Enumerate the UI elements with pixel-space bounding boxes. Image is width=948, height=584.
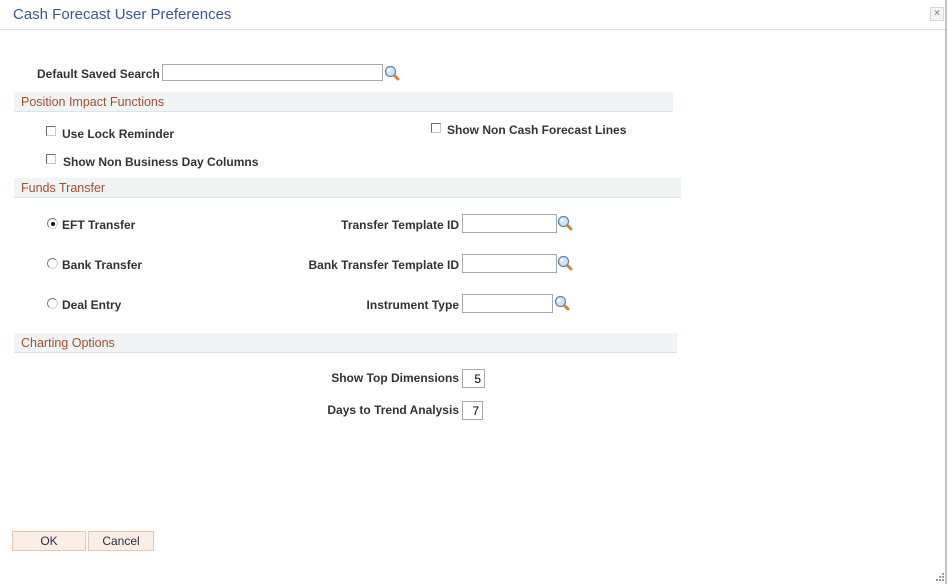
header-divider [0, 29, 945, 30]
instrument-type-label: Instrument Type [366, 298, 459, 312]
ok-button[interactable]: OK [12, 531, 86, 551]
show-top-dimensions-input[interactable] [462, 369, 485, 388]
transfer-template-id-input[interactable] [462, 214, 557, 233]
show-non-business-day-columns-checkbox[interactable] [46, 154, 56, 164]
close-button[interactable]: × [930, 7, 944, 21]
section-funds-transfer: Funds Transfer [14, 178, 681, 198]
transfer-template-id-label: Transfer Template ID [341, 218, 459, 232]
default-saved-search-lookup-icon[interactable] [384, 65, 400, 81]
days-to-trend-analysis-label: Days to Trend Analysis [327, 403, 459, 417]
deal-entry-radio[interactable] [47, 298, 58, 309]
show-non-cash-forecast-lines-label: Show Non Cash Forecast Lines [447, 123, 627, 137]
section-title: Charting Options [21, 336, 115, 350]
section-charting-options: Charting Options [14, 333, 677, 353]
bank-transfer-template-id-lookup-icon[interactable] [557, 255, 573, 271]
instrument-type-lookup-icon[interactable] [554, 295, 570, 311]
section-position-impact-functions: Position Impact Functions [14, 92, 673, 112]
show-non-cash-forecast-lines-checkbox[interactable] [431, 123, 441, 133]
bank-transfer-radio[interactable] [47, 258, 58, 269]
use-lock-reminder-checkbox[interactable] [46, 126, 56, 136]
instrument-type-input[interactable] [462, 294, 553, 313]
eft-transfer-radio[interactable] [47, 218, 58, 229]
window-right-border [945, 0, 947, 584]
bank-transfer-template-id-input[interactable] [462, 254, 557, 273]
eft-transfer-label: EFT Transfer [62, 218, 136, 232]
section-title: Position Impact Functions [21, 95, 165, 109]
bank-transfer-template-id-label: Bank Transfer Template ID [308, 258, 460, 272]
use-lock-reminder-label: Use Lock Reminder [62, 127, 175, 141]
section-title: Funds Transfer [21, 181, 106, 195]
deal-entry-label: Deal Entry [62, 298, 122, 312]
page-title: Cash Forecast User Preferences [13, 6, 232, 23]
show-top-dimensions-label: Show Top Dimensions [331, 371, 459, 385]
resize-grip-icon[interactable] [935, 572, 945, 582]
default-saved-search-input[interactable] [162, 64, 383, 81]
transfer-template-id-lookup-icon[interactable] [557, 215, 573, 231]
cancel-button[interactable]: Cancel [88, 531, 154, 551]
days-to-trend-analysis-input[interactable] [462, 401, 483, 420]
bank-transfer-label: Bank Transfer [62, 258, 143, 272]
show-non-business-day-columns-label: Show Non Business Day Columns [63, 155, 259, 169]
close-icon: × [934, 8, 940, 19]
default-saved-search-label: Default Saved Search [37, 67, 160, 81]
